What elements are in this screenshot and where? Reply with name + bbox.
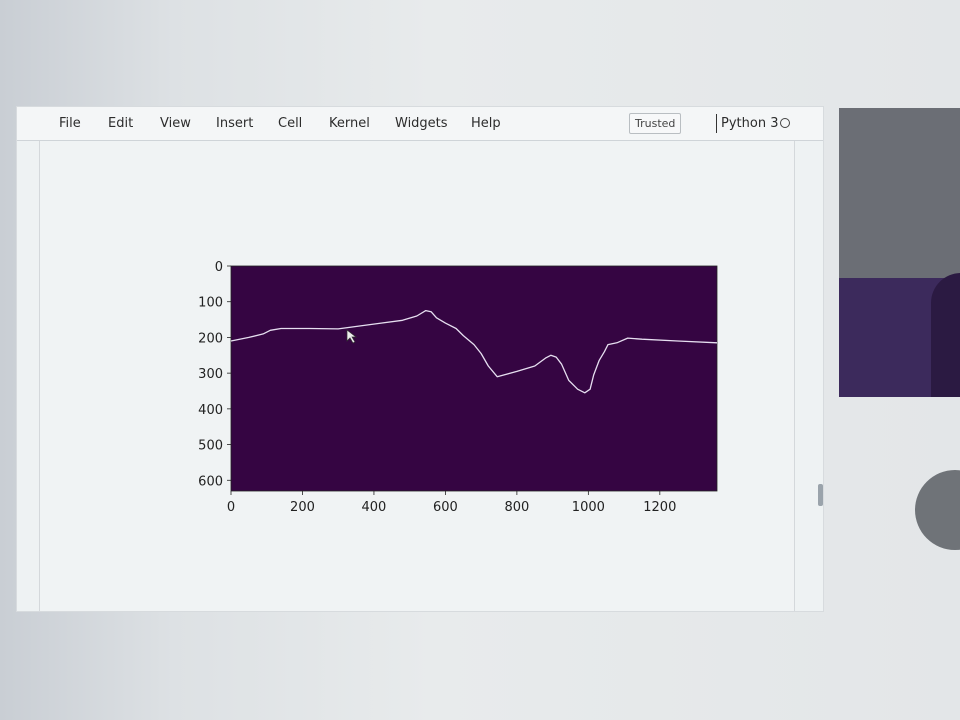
y-axis: 0 100 200 300 400 500 600 <box>198 260 231 489</box>
y-tick-label: 400 <box>198 403 223 418</box>
plot-image <box>230 265 718 492</box>
x-tick-label: 1000 <box>572 500 605 515</box>
edge-plot: 0 100 200 300 400 500 600 0 200 400 600 800 1000 120… <box>198 260 718 515</box>
x-tick-label: 0 <box>227 500 235 515</box>
y-tick-label: 0 <box>215 260 223 275</box>
x-tick-label: 1200 <box>643 500 676 515</box>
y-tick-label: 100 <box>198 296 223 311</box>
x-axis: 0 200 400 600 800 1000 1200 <box>227 491 676 515</box>
y-tick-label: 200 <box>198 331 223 346</box>
x-tick-label: 400 <box>362 500 387 515</box>
y-tick-label: 300 <box>198 367 223 382</box>
x-tick-label: 600 <box>433 500 458 515</box>
y-tick-label: 500 <box>198 439 223 454</box>
x-tick-label: 800 <box>504 500 529 515</box>
y-tick-label: 600 <box>198 474 223 489</box>
x-tick-label: 200 <box>290 500 315 515</box>
